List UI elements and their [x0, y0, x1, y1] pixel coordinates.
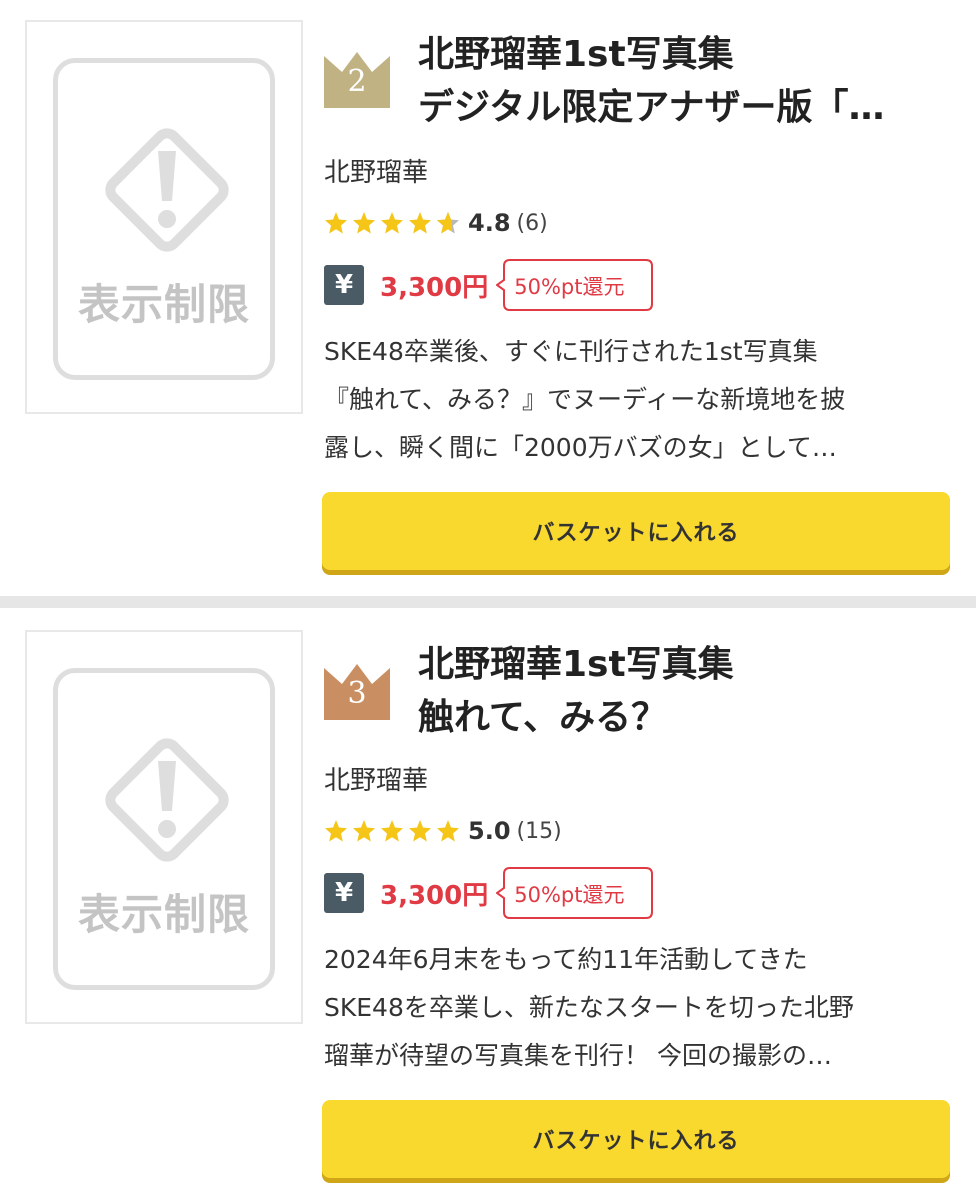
star-icon: [381, 820, 403, 842]
price-row: ¥ 3,300円 50%pt還元: [324, 258, 654, 312]
rank-number: 2: [347, 64, 367, 99]
product-description: 2024年6月末をもって約11年活動してきた SKE48を卒業し、新たなスタート…: [324, 936, 950, 1080]
title-line: 北野瑠華1st写真集: [418, 34, 734, 75]
point-reward-text: 50%pt還元: [514, 275, 625, 299]
price: 3,300円: [380, 272, 489, 303]
star-icon: [353, 820, 375, 842]
star-half-icon: [437, 212, 459, 234]
yen-icon: ¥: [324, 265, 364, 305]
title-line: デジタル限定アナザー版「…: [418, 87, 885, 128]
description-line: 『触れて、みる？』でヌーディーな新境地を披: [324, 385, 846, 414]
warning-icon: [105, 128, 229, 252]
star-icon: [409, 820, 431, 842]
star-icon: [437, 820, 459, 842]
star-rating: [324, 819, 460, 843]
point-reward-badge: 50%pt還元: [496, 258, 654, 312]
description-line: 露し、瞬く間に「2000万バズの女」として…: [324, 433, 837, 462]
star-rating: [324, 211, 460, 235]
rating-score: 5.0: [468, 817, 511, 845]
add-to-basket-button[interactable]: バスケットに入れる: [322, 1100, 950, 1178]
product-title[interactable]: 北野瑠華1st写真集 デジタル限定アナザー版「…: [418, 28, 948, 134]
point-reward-text: 50%pt還元: [514, 883, 625, 907]
rating: 4.8 (6): [324, 206, 548, 240]
star-icon: [353, 212, 375, 234]
review-count[interactable]: (15): [517, 819, 562, 844]
star-icon: [381, 212, 403, 234]
product-title[interactable]: 北野瑠華1st写真集 触れて、みる？: [418, 638, 948, 744]
rank-number: 3: [347, 676, 367, 711]
restricted-image-frame: 表示制限: [53, 58, 275, 380]
rating-score: 4.8: [468, 209, 511, 237]
star-icon: [325, 212, 347, 234]
warning-icon: [105, 738, 229, 862]
restricted-label: 表示制限: [77, 890, 250, 939]
add-to-basket-button[interactable]: バスケットに入れる: [322, 492, 950, 570]
description-line: SKE48卒業後、すぐに刊行された1st写真集: [324, 337, 818, 366]
description-line: SKE48を卒業し、新たなスタートを切った北野: [324, 993, 854, 1022]
point-reward-badge: 50%pt還元: [496, 866, 654, 920]
author-link[interactable]: 北野瑠華: [324, 152, 428, 189]
title-line: 北野瑠華1st写真集: [418, 644, 734, 685]
product-thumbnail[interactable]: 表示制限: [25, 20, 303, 414]
product-thumbnail[interactable]: 表示制限: [25, 630, 303, 1024]
title-line: 触れて、みる？: [418, 697, 668, 738]
restricted-label: 表示制限: [77, 280, 250, 329]
yen-icon: ¥: [324, 873, 364, 913]
product-description: SKE48卒業後、すぐに刊行された1st写真集 『触れて、みる？』でヌーディーな…: [324, 328, 950, 472]
description-line: 2024年6月末をもって約11年活動してきた: [324, 945, 808, 974]
review-count[interactable]: (6): [517, 211, 548, 236]
author-link[interactable]: 北野瑠華: [324, 760, 428, 797]
price-row: ¥ 3,300円 50%pt還元: [324, 866, 654, 920]
star-icon: [409, 212, 431, 234]
description-line: 瑠華が待望の写真集を刊行！ 今回の撮影の…: [324, 1041, 832, 1070]
product-card: 表示制限 2 北野瑠華1st写真集 デジタル限定アナザー版「… 北野瑠華 4.8…: [0, 0, 976, 596]
rank-crown-badge: 3: [322, 662, 392, 720]
card-divider: [0, 596, 976, 608]
restricted-image-frame: 表示制限: [53, 668, 275, 990]
star-icon: [325, 820, 347, 842]
price: 3,300円: [380, 880, 489, 911]
rank-crown-badge: 2: [322, 50, 392, 108]
rating: 5.0 (15): [324, 814, 562, 848]
product-card: 表示制限 3 北野瑠華1st写真集 触れて、みる？ 北野瑠華 5.0 (15) …: [0, 608, 976, 1200]
